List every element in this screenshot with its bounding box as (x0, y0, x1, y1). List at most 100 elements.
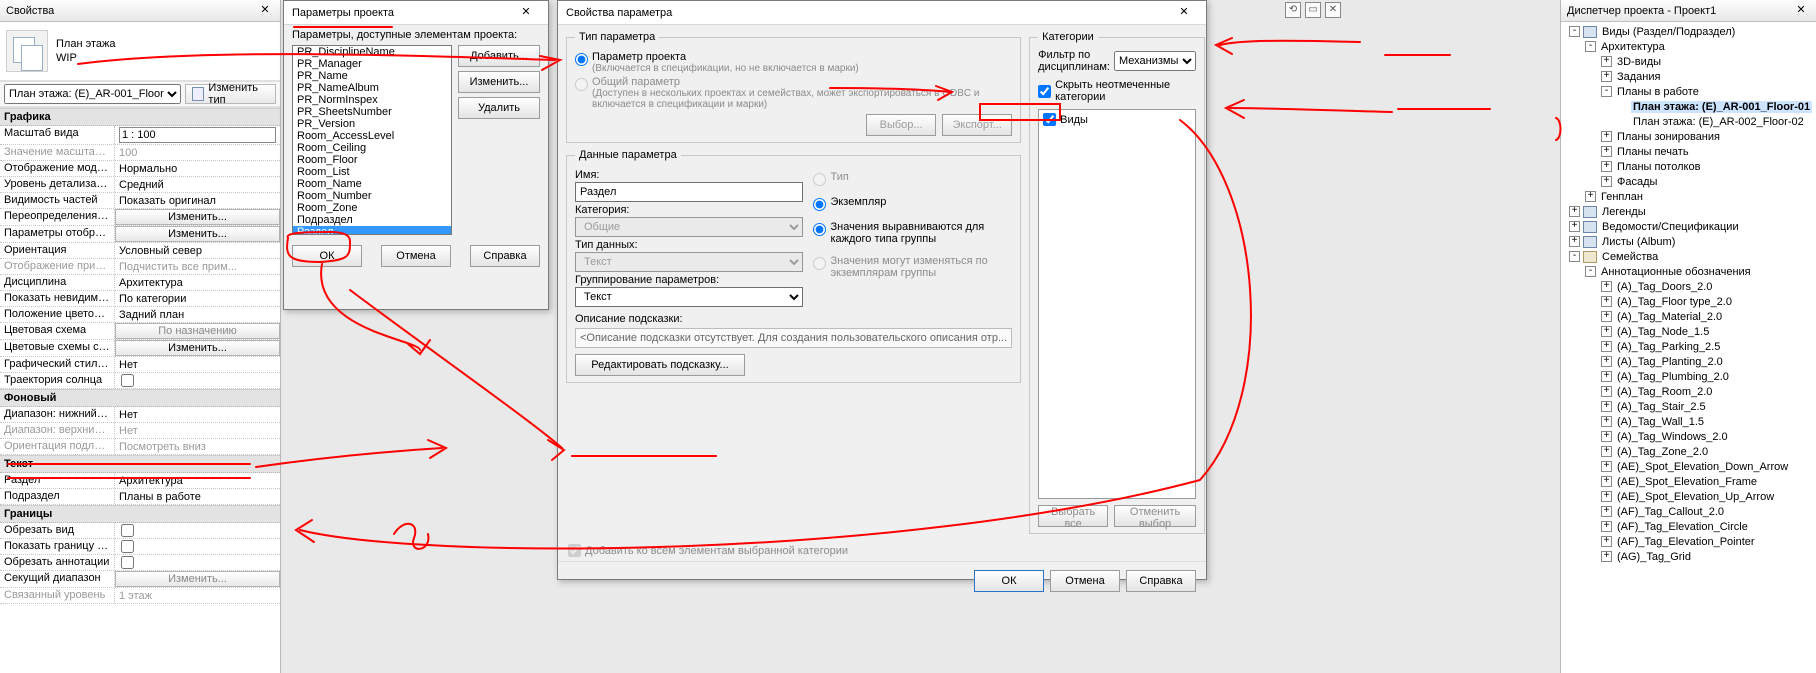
properties-body[interactable]: ГрафикаМасштаб видаЗначение масштаба...1… (0, 107, 280, 673)
help-button[interactable]: Справка (1126, 570, 1196, 592)
prop-value[interactable]: Условный север (115, 243, 280, 258)
select-all-button[interactable]: Выбрать все (1038, 505, 1108, 527)
tree-node[interactable]: План этажа: (E)_AR-002_Floor-02 (1561, 114, 1816, 129)
param-list-item[interactable]: Room_Ceiling (293, 142, 451, 154)
expand-icon[interactable]: + (1601, 461, 1612, 472)
close-icon[interactable]: ✕ (1792, 2, 1810, 20)
prop-value[interactable]: 1 этаж (115, 588, 280, 603)
tree-node[interactable]: +(A)_Tag_Room_2.0 (1561, 384, 1816, 399)
cancel-button[interactable]: Отмена (381, 245, 451, 267)
tree-node[interactable]: +Легенды (1561, 204, 1816, 219)
prop-row[interactable]: Показать границу о... (0, 539, 280, 555)
tree-node[interactable]: +(A)_Tag_Node_1.5 (1561, 324, 1816, 339)
tree-node[interactable]: +Планы потолков (1561, 159, 1816, 174)
edit-type-button[interactable]: Изменить тип (185, 84, 276, 104)
param-list-item[interactable]: Подраздел (293, 214, 451, 226)
tree-node[interactable]: +(A)_Tag_Floor type_2.0 (1561, 294, 1816, 309)
datatype-select[interactable]: Текст (575, 252, 803, 272)
properties-titlebar[interactable]: Свойства ✕ (0, 0, 280, 22)
close-icon[interactable]: ✕ (1170, 3, 1198, 23)
dlg1-titlebar[interactable]: Параметры проекта ✕ (284, 1, 548, 25)
ok-button[interactable]: ОК (974, 570, 1044, 592)
prop-row[interactable]: Значение масштаба...100 (0, 145, 280, 161)
tree-node[interactable]: +Планы печать (1561, 144, 1816, 159)
prop-value[interactable]: Показать оригинал (115, 193, 280, 208)
category-item[interactable]: Виды (1041, 112, 1193, 127)
project-tree[interactable]: -Виды (Раздел/Подраздел)-Архитектура+3D-… (1561, 22, 1816, 673)
close-icon[interactable]: ✕ (1325, 2, 1341, 18)
categories-list[interactable]: Виды (1038, 109, 1196, 499)
prop-row[interactable]: Отображение моделиНормально (0, 161, 280, 177)
tree-node[interactable]: +(AF)_Tag_Callout_2.0 (1561, 504, 1816, 519)
param-list-item[interactable]: PR_NormInspex (293, 94, 451, 106)
tree-node[interactable]: +(A)_Tag_Zone_2.0 (1561, 444, 1816, 459)
prop-row[interactable]: Секущий диапазонИзменить... (0, 571, 280, 588)
expand-icon[interactable]: + (1601, 161, 1612, 172)
param-list-item[interactable]: Room_List (293, 166, 451, 178)
param-list-item[interactable]: Раздел (293, 226, 451, 235)
tree-node[interactable]: +Листы (Album) (1561, 234, 1816, 249)
tree-node[interactable]: +(A)_Tag_Wall_1.5 (1561, 414, 1816, 429)
tree-node[interactable]: +(AE)_Spot_Elevation_Frame (1561, 474, 1816, 489)
param-list-item[interactable]: PR_NameAlbum (293, 82, 451, 94)
tree-node[interactable]: +(AE)_Spot_Elevation_Down_Arrow (1561, 459, 1816, 474)
prop-row[interactable]: Ориентация подлож...Посмотреть вниз (0, 439, 280, 455)
delete-button[interactable]: Удалить (458, 97, 540, 119)
expand-icon[interactable]: + (1601, 131, 1612, 142)
tree-node[interactable]: +3D-виды (1561, 54, 1816, 69)
category-select[interactable]: Общие (575, 217, 803, 237)
expand-icon[interactable]: + (1601, 281, 1612, 292)
prop-value[interactable] (115, 539, 280, 554)
prop-row[interactable]: Переопределения в...Изменить... (0, 209, 280, 226)
prop-value[interactable]: Нет (115, 407, 280, 422)
tree-node[interactable]: +(AF)_Tag_Elevation_Circle (1561, 519, 1816, 534)
tree-node[interactable]: +Ведомости/Спецификации (1561, 219, 1816, 234)
prop-row[interactable]: Цветовые схемы сис...Изменить... (0, 340, 280, 357)
prop-value[interactable]: Архитектура (115, 473, 280, 488)
prop-value[interactable]: Нормально (115, 161, 280, 176)
prop-value[interactable]: Изменить... (115, 209, 280, 225)
prop-value[interactable]: Задний план (115, 307, 280, 322)
tree-node[interactable]: -Планы в работе (1561, 84, 1816, 99)
expand-icon[interactable]: + (1585, 191, 1596, 202)
prop-group-header[interactable]: Границы (0, 505, 280, 523)
prop-group-header[interactable]: Текст (0, 455, 280, 473)
parameter-list[interactable]: PR_DisciplineNamePR_ManagerPR_NamePR_Nam… (292, 45, 452, 235)
prop-row[interactable]: ОриентацияУсловный север (0, 243, 280, 259)
collapse-icon[interactable]: - (1585, 266, 1596, 277)
maximize-icon[interactable]: ▭ (1305, 2, 1321, 18)
prop-row[interactable]: Диапазон: верхний у...Нет (0, 423, 280, 439)
expand-icon[interactable]: + (1569, 221, 1580, 232)
prop-checkbox[interactable] (121, 540, 134, 553)
expand-icon[interactable]: + (1601, 386, 1612, 397)
instance-radio[interactable] (813, 198, 826, 211)
tree-node[interactable]: +(AG)_Tag_Grid (1561, 549, 1816, 564)
expand-icon[interactable]: + (1601, 521, 1612, 532)
ok-button[interactable]: ОК (292, 245, 362, 267)
prop-value[interactable]: По назначению (115, 323, 280, 339)
element-selector[interactable]: План этажа: (E)_AR-001_Floor (4, 84, 181, 104)
expand-icon[interactable]: + (1569, 206, 1580, 217)
prop-row[interactable]: Видимость частейПоказать оригинал (0, 193, 280, 209)
prop-value[interactable]: Нет (115, 423, 280, 438)
name-input[interactable] (575, 182, 803, 202)
tree-node[interactable]: +(A)_Tag_Planting_2.0 (1561, 354, 1816, 369)
tree-node[interactable]: -Виды (Раздел/Подраздел) (1561, 24, 1816, 39)
collapse-icon[interactable]: - (1585, 41, 1596, 52)
expand-icon[interactable]: + (1601, 401, 1612, 412)
collapse-icon[interactable]: - (1569, 26, 1580, 37)
prop-row[interactable]: Траектория солнца (0, 373, 280, 389)
edit-button[interactable]: Изменить... (458, 71, 540, 93)
param-list-item[interactable]: PR_Manager (293, 58, 451, 70)
prop-value[interactable] (115, 373, 280, 388)
close-icon[interactable]: ✕ (512, 3, 540, 23)
collapse-icon[interactable]: - (1601, 86, 1612, 97)
project-param-radio[interactable] (575, 53, 588, 66)
prop-row[interactable]: Диапазон: нижний у...Нет (0, 407, 280, 423)
expand-icon[interactable]: + (1601, 176, 1612, 187)
tree-node[interactable]: -Архитектура (1561, 39, 1816, 54)
expand-icon[interactable]: + (1601, 56, 1612, 67)
prop-value[interactable] (115, 523, 280, 538)
tree-node[interactable]: +(A)_Tag_Doors_2.0 (1561, 279, 1816, 294)
expand-icon[interactable]: + (1601, 71, 1612, 82)
